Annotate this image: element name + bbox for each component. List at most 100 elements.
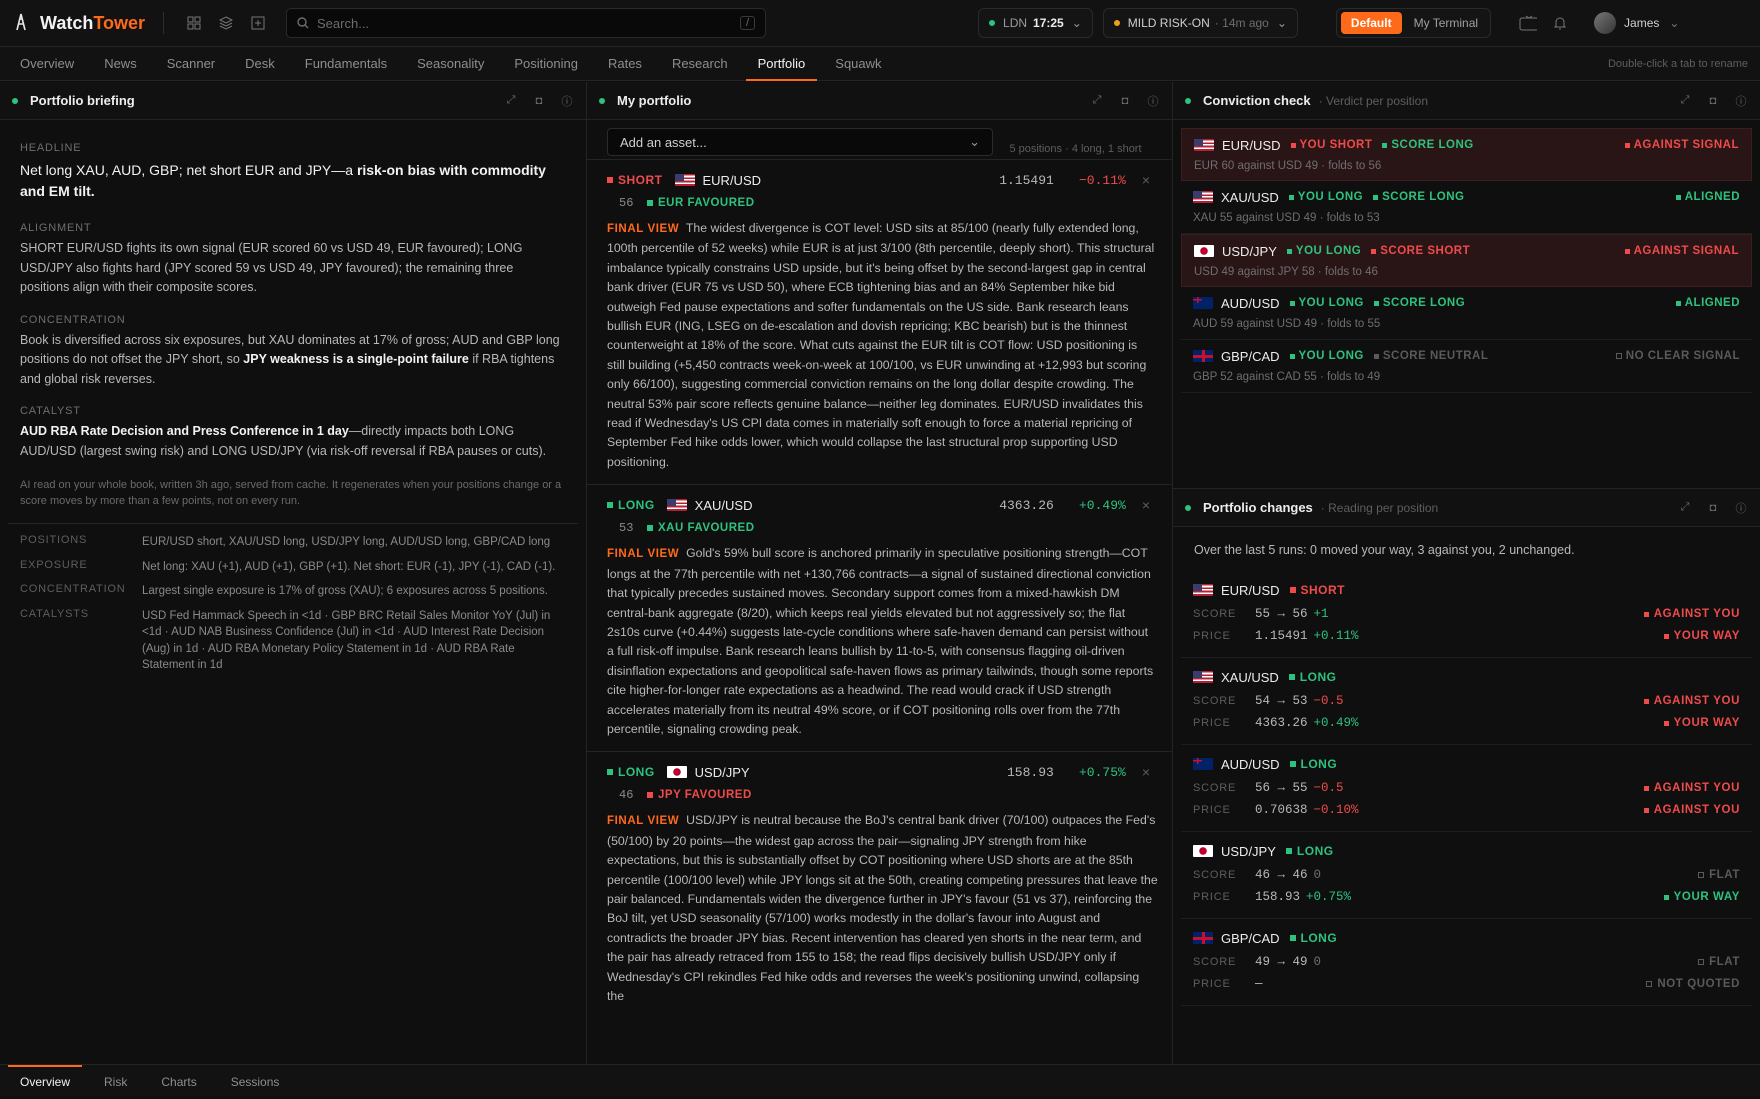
conviction-row-gbpcad[interactable]: GBP/CAD YOU LONG SCORE NEUTRAL NO CLEAR SIG… (1181, 340, 1752, 393)
add-asset-select[interactable]: Add an asset... ⌄ (607, 128, 993, 156)
conviction-row-xauusd[interactable]: XAU/USD YOU LONG SCORE LONG ALIGNED XAU 55 … (1181, 181, 1752, 234)
conviction-row-audusd[interactable]: AUD/USD YOU LONG SCORE LONG ALIGNED AUD 59 … (1181, 287, 1752, 340)
position-score: 53 (619, 521, 634, 536)
bottom-tab-overview[interactable]: Overview (8, 1064, 83, 1097)
bottom-tab-risk[interactable]: Risk (92, 1065, 139, 1097)
flag-icon (1193, 584, 1213, 596)
position-change: +0.49% (1079, 497, 1126, 513)
add-panel-icon[interactable] (249, 14, 267, 32)
help-icon[interactable]: ⓘ (560, 94, 574, 108)
close-icon[interactable]: × (1142, 764, 1150, 780)
camera-icon[interactable]: ◘ (532, 94, 546, 108)
score-label: SCORE (1193, 695, 1237, 707)
tab-portfolio[interactable]: Portfolio (745, 47, 817, 81)
help-icon[interactable]: ⓘ (1734, 501, 1748, 515)
tab-desk[interactable]: Desk (245, 47, 275, 81)
score-delta: +1 (1313, 607, 1329, 621)
tab-scanner[interactable]: Scanner (167, 47, 215, 81)
conviction-symbol: AUD/USD (1221, 295, 1280, 311)
concentration-label: CONCENTRATION (20, 313, 126, 326)
camera-icon[interactable]: ◘ (1118, 94, 1132, 108)
score-delta: −0.5 (1313, 694, 1344, 708)
tab-news[interactable]: News (104, 47, 137, 81)
flag-icon (666, 766, 687, 779)
changes-summary: Over the last 5 runs: 0 moved your way, … (1194, 543, 1575, 557)
conviction-detail: USD 49 against JPY 58 · folds to 46 (1194, 266, 1378, 278)
grid-icon[interactable] (185, 14, 203, 32)
flag-icon (1193, 350, 1213, 362)
tab-overview[interactable]: Overview (20, 47, 74, 81)
flag-icon (1193, 671, 1213, 683)
search-input[interactable]: Search... / (286, 8, 767, 38)
fact-exposure: EXPOSURE Net long: XAU (+1), AUD (+1), GB… (20, 558, 556, 573)
tab-fundamentals[interactable]: Fundamentals (305, 47, 387, 81)
tab-squawk[interactable]: Squawk (835, 47, 881, 81)
bottom-tab-charts[interactable]: Charts (149, 1065, 208, 1097)
position-symbol[interactable]: EUR/USD (703, 173, 762, 188)
help-icon[interactable]: ⓘ (1734, 94, 1748, 108)
verdict-badge: AGAINST SIGNAL (1625, 139, 1739, 151)
bell-icon[interactable] (1551, 14, 1569, 32)
user-menu[interactable]: James ⌄ (1594, 12, 1679, 34)
tab-seasonality[interactable]: Seasonality (417, 47, 484, 81)
score-label: SCORE (1193, 956, 1237, 968)
regime-indicator[interactable]: MILD RISK-ON · 14m ago ⌄ (1102, 8, 1298, 38)
expand-icon[interactable]: ⤢ (1678, 94, 1692, 108)
conviction-row-eurusd[interactable]: EUR/USD YOU SHORT SCORE LONG AGAINST SIGNAL… (1181, 128, 1752, 181)
live-dot (1185, 504, 1191, 511)
panel-header: Conviction check · Verdict per position … (1173, 82, 1760, 120)
layers-icon[interactable] (217, 14, 235, 32)
add-asset-placeholder: Add an asset... (620, 134, 707, 150)
side-badge: LONG (1289, 670, 1337, 684)
close-icon[interactable]: × (1142, 172, 1150, 188)
conviction-row-usdjpy[interactable]: USD/JPY YOU LONG SCORE SHORT AGAINST SIGNAL… (1181, 234, 1752, 287)
regime-label: MILD RISK-ON (1127, 16, 1210, 30)
score-change: 49 → 49 (1255, 955, 1308, 969)
change-row-eurusd: EUR/USD SHORT SCORE 55 → 56 +1 AGAINST YOU P… (1181, 571, 1752, 658)
verdict-badge: ALIGNED (1676, 191, 1740, 203)
help-icon[interactable]: ⓘ (1146, 94, 1160, 108)
market-time: 17:25 (1033, 16, 1064, 30)
price-result: YOUR WAY (1664, 717, 1740, 729)
layout-my-terminal-button[interactable]: My Terminal (1402, 16, 1490, 30)
conviction-check-panel: Conviction check · Verdict per position … (1173, 82, 1760, 489)
close-icon[interactable]: × (1142, 497, 1150, 513)
live-dot (12, 97, 18, 104)
position-symbol[interactable]: USD/JPY (695, 765, 750, 780)
layout-default-button[interactable]: Default (1340, 12, 1402, 34)
change-row-usdjpy: USD/JPY LONG SCORE 46 → 46 0 FLAT PRICE 158.9… (1181, 832, 1752, 919)
bottom-tab-sessions[interactable]: Sessions (219, 1065, 292, 1097)
price-result: AGAINST YOU (1644, 804, 1740, 816)
panel-actions: ⤢ ◘ ⓘ (1678, 501, 1748, 515)
camera-icon[interactable]: ◘ (1706, 94, 1720, 108)
expand-icon[interactable]: ⤢ (504, 94, 518, 108)
change-row-xauusd: XAU/USD LONG SCORE 54 → 53 −0.5 AGAINST YOU … (1181, 658, 1752, 745)
alignment-text: SHORT EUR/USD fights its own signal (EUR… (20, 241, 523, 294)
camera-icon[interactable]: ◘ (1706, 501, 1720, 515)
expand-icon[interactable]: ⤢ (1678, 501, 1692, 515)
price-delta: −0.10% (1313, 803, 1359, 817)
panel-header: Portfolio briefing ⤢ ◘ ⓘ (0, 82, 586, 120)
change-row-gbpcad: GBP/CAD LONG SCORE 49 → 49 0 FLAT PRICE — NOT … (1181, 919, 1752, 1006)
market-clock[interactable]: LDN 17:25 ⌄ (978, 8, 1093, 38)
fact-positions: POSITIONS EUR/USD short, XAU/USD long, US… (20, 534, 551, 548)
tab-positioning[interactable]: Positioning (514, 47, 578, 81)
position-symbol[interactable]: XAU/USD (695, 498, 753, 513)
panel-title: My portfolio (617, 93, 692, 108)
logo[interactable]: Watch Tower (14, 13, 145, 34)
position-card-xauusd: LONG XAU/USD 4363.26 +0.49% × 53 XAU FAV… (587, 485, 1172, 753)
expand-icon[interactable]: ⤢ (1090, 94, 1104, 108)
price-delta: +0.11% (1313, 629, 1359, 643)
side-badge: LONG (1286, 844, 1334, 858)
tab-rates[interactable]: Rates (608, 47, 642, 81)
chevron-down-icon: ⌄ (1276, 16, 1287, 30)
score-label: SCORE (1193, 608, 1237, 620)
price-value: 4363.26 (1255, 716, 1308, 730)
tv-icon[interactable] (1519, 14, 1538, 32)
position-price: 4363.26 (999, 497, 1054, 513)
score-change: 55 → 56 (1255, 607, 1308, 621)
price-value: 0.70638 (1255, 803, 1308, 817)
tab-research[interactable]: Research (672, 47, 728, 81)
score-tag: SCORE LONG (1374, 297, 1465, 309)
regime-dot (1113, 20, 1120, 26)
